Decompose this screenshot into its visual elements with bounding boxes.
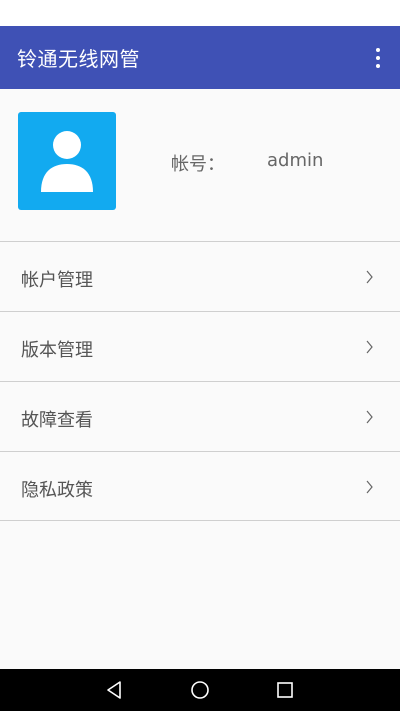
chevron-right-icon	[366, 480, 373, 494]
menu-item-label: 帐户管理	[21, 270, 93, 291]
app-screen: 铃通无线网管 帐号： admin 帐户管理 版本管理 故障查看 隐私政策	[0, 0, 400, 711]
menu-item-label: 故障查看	[21, 410, 93, 431]
status-bar	[0, 0, 400, 26]
menu-item-fault-view[interactable]: 故障查看	[0, 381, 400, 451]
menu-dot	[376, 64, 380, 68]
user-avatar-icon[interactable]	[18, 112, 116, 210]
home-icon[interactable]	[188, 678, 212, 702]
chevron-right-icon	[366, 270, 373, 284]
back-icon[interactable]	[102, 678, 126, 702]
app-title: 铃通无线网管	[17, 47, 140, 71]
profile-section: 帐号： admin	[0, 89, 400, 241]
account-label: 帐号：	[171, 154, 225, 175]
app-bar: 铃通无线网管	[0, 26, 400, 89]
menu-dot	[376, 48, 380, 52]
system-navigation-bar	[0, 669, 400, 711]
avatar-person-glyph	[41, 131, 93, 192]
more-vert-icon[interactable]	[374, 48, 382, 68]
chevron-right-icon	[366, 340, 373, 354]
account-value: admin	[267, 150, 324, 171]
menu-item-label: 版本管理	[21, 340, 93, 361]
menu-item-account-management[interactable]: 帐户管理	[0, 241, 400, 311]
recents-icon[interactable]	[273, 678, 297, 702]
settings-menu-list: 帐户管理 版本管理 故障查看 隐私政策	[0, 241, 400, 521]
menu-item-privacy-policy[interactable]: 隐私政策	[0, 451, 400, 521]
menu-item-label: 隐私政策	[21, 480, 93, 501]
menu-item-version-management[interactable]: 版本管理	[0, 311, 400, 381]
menu-dot	[376, 56, 380, 60]
chevron-right-icon	[366, 410, 373, 424]
